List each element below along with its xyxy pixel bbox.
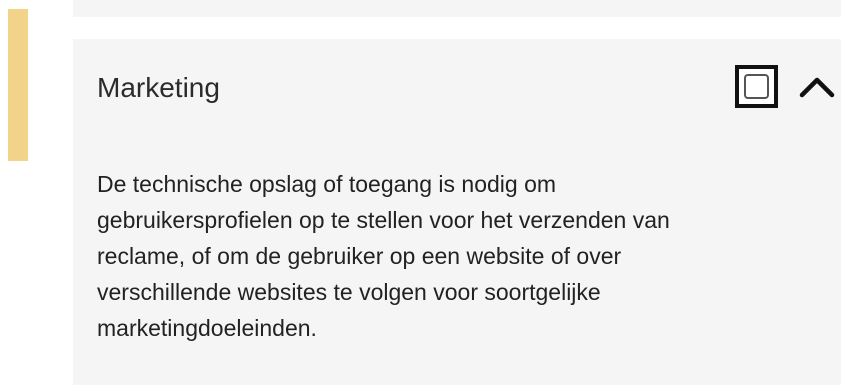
description-line: De technische opslag of toegang is nodig… [97,171,557,197]
category-header[interactable]: Marketing [73,39,841,139]
description-line: reclame, of om de gebruiker op een websi… [97,243,622,269]
description-line: verschillende websites te volgen voor so… [97,279,601,305]
marketing-consent-checkbox[interactable] [735,65,778,108]
checkbox-icon [744,74,769,99]
previous-category-panel [73,0,841,17]
accent-bar [8,9,28,161]
description-line: marketingdoeleinden. [97,315,317,341]
category-title: Marketing [97,72,220,103]
chevron-up-icon[interactable] [798,75,836,99]
marketing-category-panel: Marketing De technische opslag of toegan… [73,39,841,385]
description-line: gebruikersprofielen op te stellen voor h… [97,207,670,233]
category-description: De technische opslag of toegang is nodig… [97,166,797,346]
